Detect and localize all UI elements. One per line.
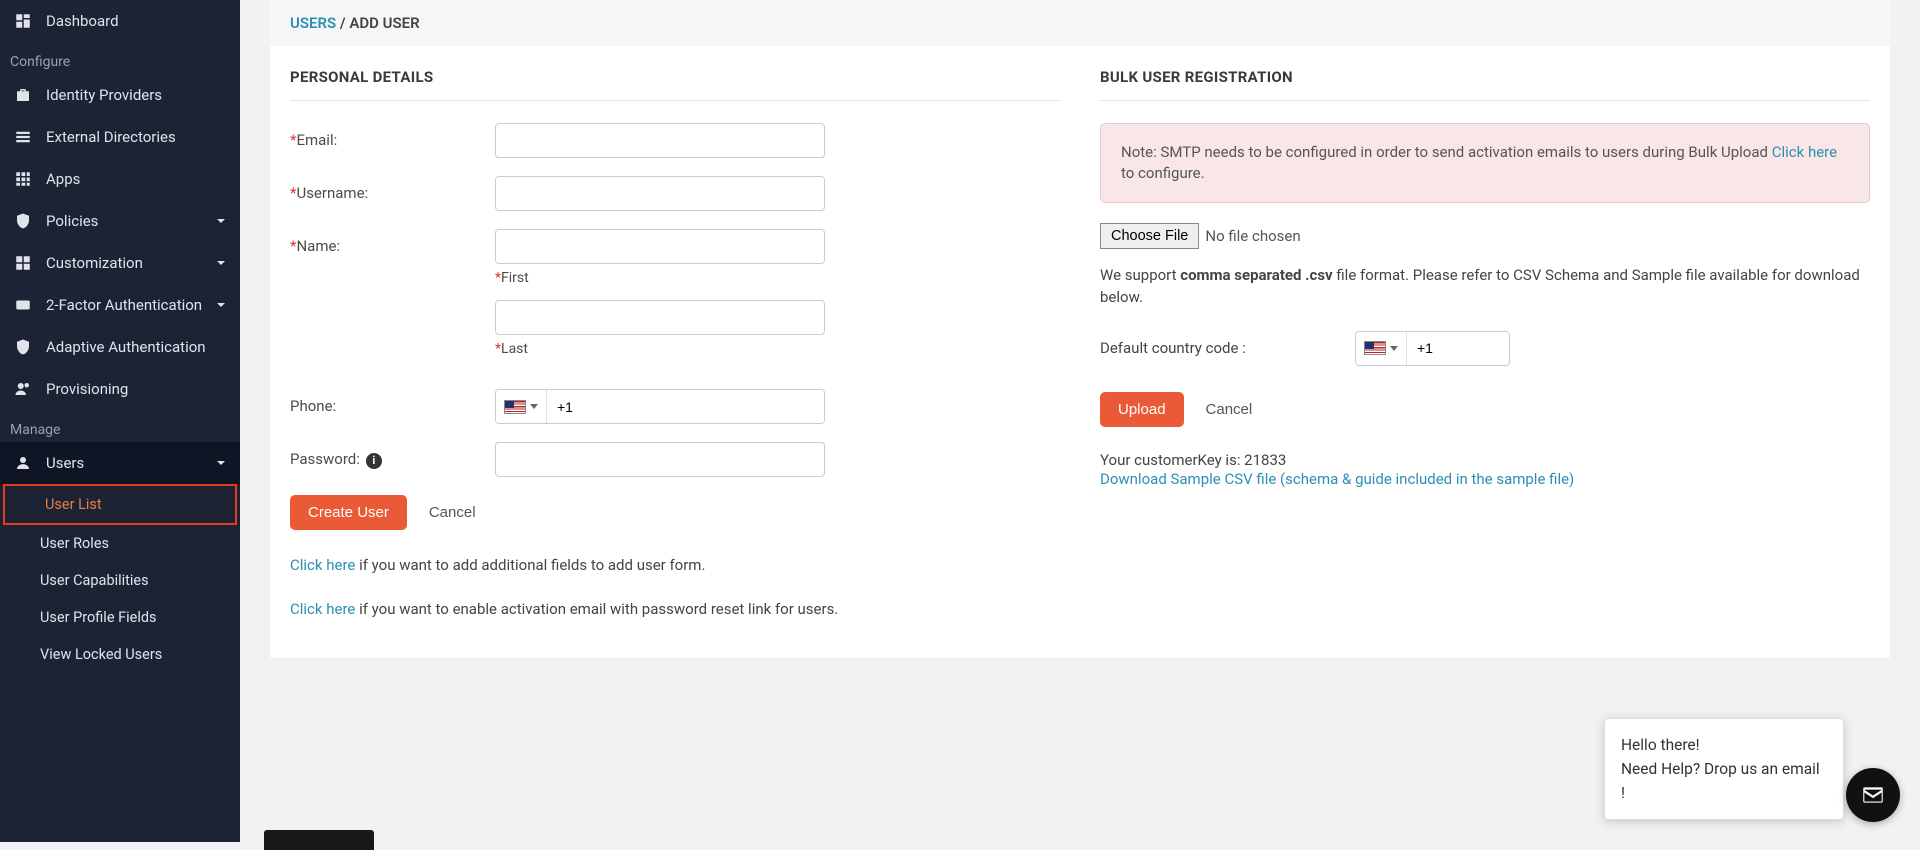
personal-details-column: PERSONAL DETAILS *Email: *Username: *Nam… — [290, 46, 1060, 618]
username-input[interactable] — [495, 176, 825, 211]
activation-email-link[interactable]: Click here — [290, 600, 355, 618]
sidebar-label: 2-Factor Authentication — [46, 296, 202, 314]
breadcrumb-parent[interactable]: USERS — [290, 14, 336, 32]
list-icon — [14, 128, 32, 146]
sidebar-item-identity-providers[interactable]: Identity Providers — [0, 74, 240, 116]
sidebar-label: Adaptive Authentication — [46, 338, 206, 356]
chevron-down-icon — [216, 254, 226, 272]
sidebar-item-adaptive-auth[interactable]: Adaptive Authentication — [0, 326, 240, 368]
sidebar-item-apps[interactable]: Apps — [0, 158, 240, 200]
first-name-sublabel: *First — [495, 270, 1060, 286]
shield-check-icon — [14, 338, 32, 356]
sidebar-item-users[interactable]: Users — [0, 442, 240, 484]
sidebar-label: Users — [46, 454, 84, 472]
briefcase-icon — [14, 86, 32, 104]
last-name-input[interactable] — [495, 300, 825, 335]
first-name-input[interactable] — [495, 229, 825, 264]
add-fields-hint: Click here if you want to add additional… — [290, 556, 1060, 574]
main-content: USERS / ADD USER PERSONAL DETAILS *Email… — [240, 0, 1920, 842]
add-fields-link[interactable]: Click here — [290, 556, 355, 574]
csv-support-text: We support comma separated .csv file for… — [1100, 265, 1870, 309]
sidebar-sub-view-locked-users[interactable]: View Locked Users — [0, 636, 240, 673]
sidebar-label: Dashboard — [46, 12, 119, 30]
last-name-sublabel: *Last — [495, 341, 1060, 357]
sidebar-sub-user-list[interactable]: User List — [3, 484, 237, 525]
email-input[interactable] — [495, 123, 825, 158]
mail-icon — [1860, 782, 1886, 808]
sidebar-label: Identity Providers — [46, 86, 162, 104]
file-status: No file chosen — [1205, 227, 1300, 245]
password-label: Password:i — [290, 442, 495, 469]
sidebar-section-configure: Configure — [0, 42, 240, 74]
sidebar: Dashboard Configure Identity Providers E… — [0, 0, 240, 842]
smtp-config-link[interactable]: Click here — [1772, 143, 1837, 161]
chat-line2: Need Help? Drop us an email ! — [1621, 757, 1827, 805]
create-user-button[interactable]: Create User — [290, 495, 407, 530]
country-code-input[interactable] — [1407, 332, 1510, 365]
breadcrumb-sep: / — [336, 14, 349, 32]
sidebar-item-provisioning[interactable]: Provisioning — [0, 368, 240, 410]
sidebar-label: Provisioning — [46, 380, 128, 398]
choose-file-button[interactable]: Choose File — [1100, 223, 1199, 249]
chevron-down-icon — [216, 454, 226, 472]
cancel-button[interactable]: Cancel — [411, 495, 494, 530]
customer-key-row: Your customerKey is: 21833 — [1100, 451, 1870, 469]
activation-email-hint: Click here if you want to enable activat… — [290, 600, 1060, 618]
customer-key-value: 21833 — [1244, 451, 1286, 469]
sidebar-item-2fa[interactable]: 2-Factor Authentication — [0, 284, 240, 326]
flag-us-icon — [1364, 341, 1386, 355]
caret-down-icon — [1390, 346, 1398, 351]
bulk-registration-column: BULK USER REGISTRATION Note: SMTP needs … — [1100, 46, 1870, 618]
smtp-alert: Note: SMTP needs to be configured in ord… — [1100, 123, 1870, 203]
sidebar-sub-user-profile-fields[interactable]: User Profile Fields — [0, 599, 240, 636]
info-icon[interactable]: i — [366, 453, 382, 469]
bulk-title: BULK USER REGISTRATION — [1100, 46, 1870, 100]
grid-icon — [14, 170, 32, 188]
widgets-icon — [14, 254, 32, 272]
dashboard-icon — [14, 12, 32, 30]
sidebar-sub-user-roles[interactable]: User Roles — [0, 525, 240, 562]
chat-line1: Hello there! — [1621, 733, 1827, 757]
download-sample-link[interactable]: Download Sample CSV file (schema & guide… — [1100, 470, 1574, 488]
bulk-cancel-button[interactable]: Cancel — [1188, 392, 1271, 427]
users-sync-icon — [14, 380, 32, 398]
sidebar-item-customization[interactable]: Customization — [0, 242, 240, 284]
sidebar-sub-user-capabilities[interactable]: User Capabilities — [0, 562, 240, 599]
phone-country-selector[interactable] — [496, 390, 547, 423]
chevron-down-icon — [216, 296, 226, 314]
shield-gear-icon — [14, 212, 32, 230]
email-label: *Email: — [290, 123, 495, 149]
chat-fab-button[interactable] — [1846, 768, 1900, 822]
bulk-country-selector[interactable] — [1356, 332, 1407, 365]
personal-details-title: PERSONAL DETAILS — [290, 46, 1060, 100]
phone-label: Phone: — [290, 389, 495, 415]
upload-button[interactable]: Upload — [1100, 392, 1184, 427]
tooltip-marker — [264, 830, 374, 850]
username-label: *Username: — [290, 176, 495, 202]
flag-us-icon — [504, 400, 526, 414]
sidebar-label: Customization — [46, 254, 143, 272]
chevron-down-icon — [216, 212, 226, 230]
sidebar-section-manage: Manage — [0, 410, 240, 442]
name-label: *Name: — [290, 229, 495, 255]
sidebar-label: External Directories — [46, 128, 176, 146]
sidebar-item-external-directories[interactable]: External Directories — [0, 116, 240, 158]
breadcrumb: USERS / ADD USER — [270, 0, 1890, 46]
sidebar-item-policies[interactable]: Policies — [0, 200, 240, 242]
password-input[interactable] — [495, 442, 825, 477]
phone-input[interactable] — [547, 390, 824, 423]
content-card: USERS / ADD USER PERSONAL DETAILS *Email… — [270, 0, 1890, 658]
chat-popup: Hello there! Need Help? Drop us an email… — [1604, 718, 1844, 820]
sidebar-label: Policies — [46, 212, 98, 230]
breadcrumb-current: ADD USER — [349, 14, 419, 32]
sidebar-label: Apps — [46, 170, 80, 188]
caret-down-icon — [530, 404, 538, 409]
user-icon — [14, 454, 32, 472]
sidebar-item-dashboard[interactable]: Dashboard — [0, 0, 240, 42]
country-code-label: Default country code : — [1100, 339, 1355, 357]
numeric-icon — [14, 296, 32, 314]
